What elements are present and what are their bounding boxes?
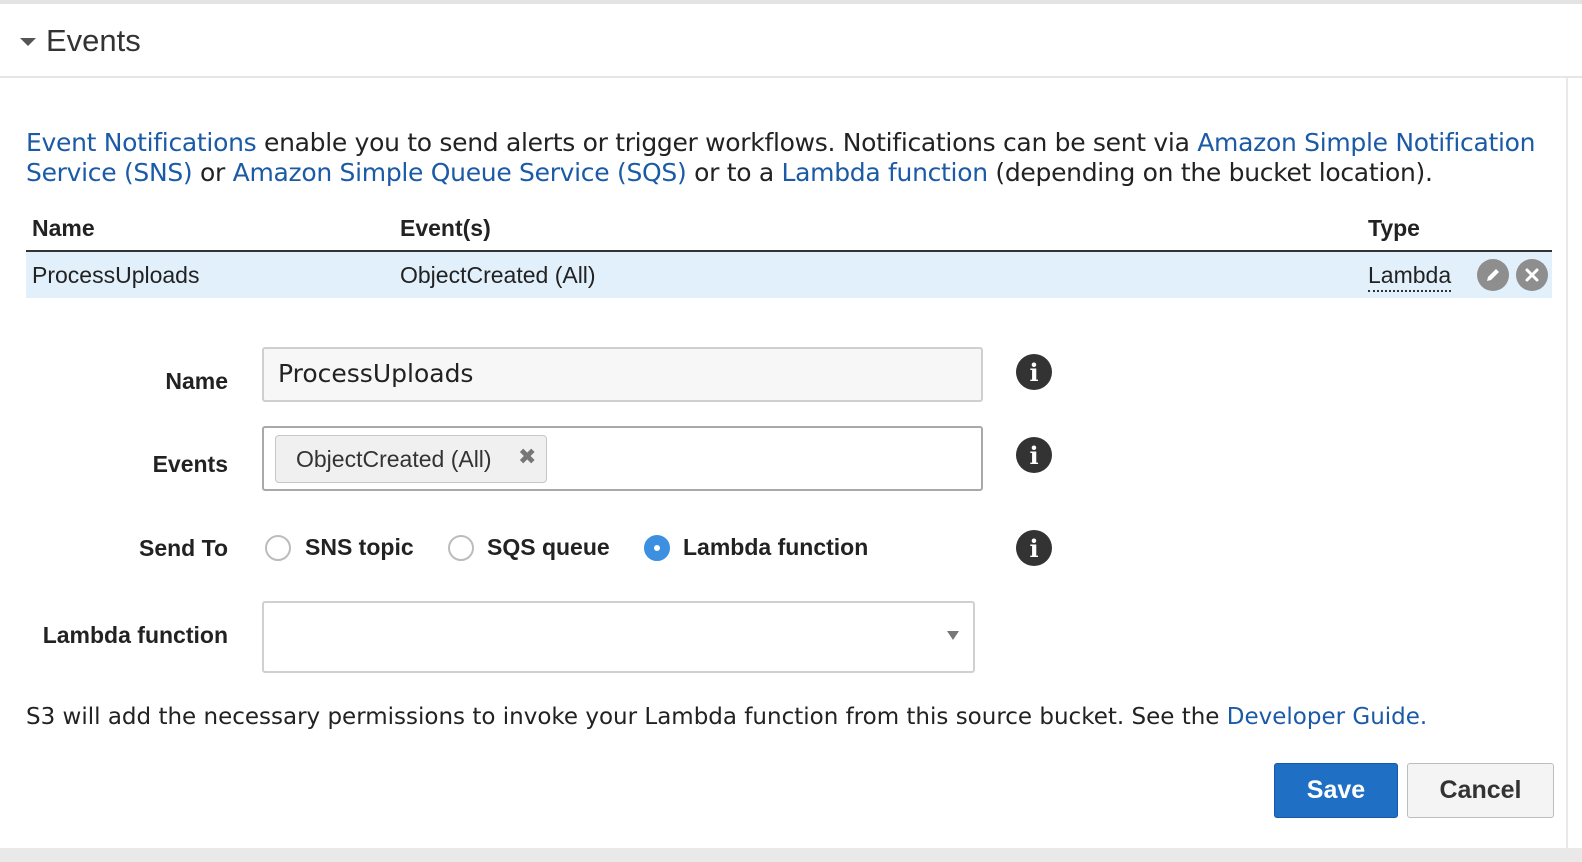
sqs-queue-label[interactable]: SQS queue (487, 534, 610, 561)
lambda-function-link[interactable]: Lambda function (782, 158, 989, 187)
intro-text-2: or (192, 158, 233, 187)
row-events-cell: ObjectCreated (All) (400, 262, 596, 288)
events-section-header[interactable]: Events (0, 4, 1582, 78)
remove-tag-icon[interactable]: ✖ (518, 444, 536, 470)
sns-topic-radio[interactable] (265, 535, 291, 561)
bottom-border (0, 848, 1582, 862)
events-tag-input[interactable]: ObjectCreated (All) ✖ (262, 426, 983, 491)
right-border (1566, 76, 1568, 848)
column-header-events: Event(s) (400, 215, 491, 241)
note-text: S3 will add the necessary permissions to… (26, 704, 1227, 730)
lambda-function-option-label[interactable]: Lambda function (683, 534, 868, 561)
lambda-function-radio[interactable] (644, 535, 670, 561)
name-input[interactable]: ProcessUploads (262, 347, 983, 402)
lambda-function-label: Lambda function (42, 622, 228, 648)
name-label: Name (165, 368, 228, 394)
send-to-label: Send To (138, 535, 228, 561)
name-info-icon[interactable]: i (1016, 354, 1052, 390)
edit-pencil-icon[interactable] (1477, 259, 1509, 291)
lambda-function-select[interactable] (262, 601, 975, 673)
intro-text-3: or to a (686, 158, 782, 187)
cancel-button[interactable]: Cancel (1407, 763, 1554, 818)
sns-topic-label[interactable]: SNS topic (305, 534, 414, 561)
column-header-name: Name (32, 215, 95, 241)
intro-paragraph: Event Notifications enable you to send a… (26, 128, 1546, 188)
chevron-down-icon (947, 631, 959, 640)
intro-text-4: (depending on the bucket location). (987, 158, 1433, 187)
collapse-caret-icon[interactable] (20, 38, 36, 46)
name-input-value: ProcessUploads (278, 359, 474, 388)
developer-guide-link[interactable]: Developer Guide. (1227, 704, 1427, 730)
send-to-info-icon[interactable]: i (1016, 530, 1052, 566)
column-header-type: Type (1368, 215, 1420, 241)
events-info-icon[interactable]: i (1016, 437, 1052, 473)
row-type-link[interactable]: Lambda (1368, 262, 1452, 292)
event-tag-label: ObjectCreated (All) (296, 446, 492, 472)
delete-close-icon[interactable] (1516, 259, 1548, 291)
intro-text-1: enable you to send alerts or trigger wor… (256, 128, 1198, 157)
event-tag: ObjectCreated (All) ✖ (275, 435, 547, 483)
table-row[interactable]: ProcessUploads ObjectCreated (All) Lambd… (26, 252, 1552, 298)
save-button[interactable]: Save (1274, 763, 1398, 818)
events-label: Events (152, 451, 228, 477)
section-title: Events (46, 23, 141, 58)
sqs-link[interactable]: Amazon Simple Queue Service (SQS) (233, 158, 687, 187)
sqs-queue-radio[interactable] (448, 535, 474, 561)
row-name-cell: ProcessUploads (32, 262, 200, 288)
event-notifications-link[interactable]: Event Notifications (26, 128, 257, 157)
permissions-note: S3 will add the necessary permissions to… (26, 704, 1427, 730)
table-header: Name Event(s) Type (26, 212, 1552, 252)
